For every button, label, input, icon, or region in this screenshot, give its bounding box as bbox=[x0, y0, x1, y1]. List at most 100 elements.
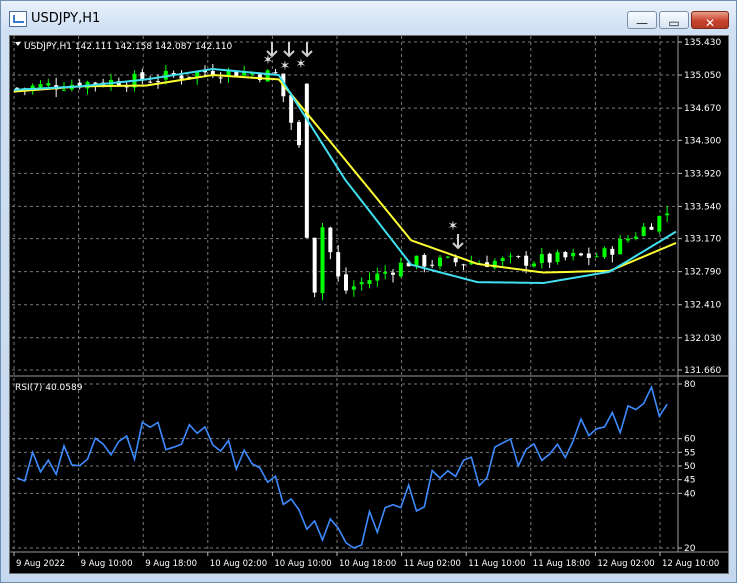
signal-arrow-icon bbox=[283, 42, 295, 58]
candle-body bbox=[38, 84, 43, 88]
price-tick-label: 132.030 bbox=[684, 334, 721, 344]
price-tick-label: 133.170 bbox=[684, 235, 721, 245]
candle-body bbox=[618, 238, 623, 255]
candle-body bbox=[328, 227, 333, 253]
candle-body bbox=[649, 226, 654, 230]
candle-body bbox=[422, 255, 427, 267]
candle-body bbox=[414, 255, 419, 267]
candle-body bbox=[297, 122, 301, 146]
candle-body bbox=[336, 252, 341, 277]
price-tick-label: 133.920 bbox=[684, 169, 721, 179]
price-tick-label: 134.300 bbox=[684, 136, 721, 146]
candle-body bbox=[594, 256, 599, 258]
price-tick-label: 131.660 bbox=[684, 366, 721, 376]
candle-body bbox=[579, 253, 583, 256]
rsi-tick-label: 20 bbox=[684, 544, 696, 554]
price-tick-label: 134.670 bbox=[684, 104, 721, 114]
candle-body bbox=[46, 83, 51, 86]
candle-body bbox=[500, 258, 505, 262]
signal-star-icon: ✶ bbox=[296, 57, 307, 72]
candle-body bbox=[438, 257, 442, 267]
candle-body bbox=[508, 255, 513, 257]
candle-body bbox=[398, 262, 403, 277]
candle-body bbox=[289, 95, 294, 123]
candle-body bbox=[218, 77, 223, 79]
candle-body bbox=[524, 255, 529, 266]
chart-window: USDJPY,H1 — ▭ ✕ 135.430 135.050 134.670 134… bbox=[0, 0, 737, 583]
signal-star-icon: ✶ bbox=[448, 219, 459, 234]
rsi-tick-label: 55 bbox=[684, 448, 695, 458]
rsi-tick-label: 60 bbox=[684, 435, 696, 445]
candle-body bbox=[375, 273, 380, 281]
maximize-button[interactable]: ▭ bbox=[659, 11, 689, 30]
candle-body bbox=[265, 70, 270, 82]
time-tick-label: 11 Aug 02:00 bbox=[404, 559, 461, 569]
price-tick-label: 132.790 bbox=[684, 268, 721, 278]
chart-menu-triangle-icon bbox=[15, 42, 21, 46]
rsi-tick-label: 40 bbox=[684, 489, 696, 499]
candle-body bbox=[344, 274, 348, 291]
time-tick-label: 9 Aug 18:00 bbox=[145, 559, 197, 569]
close-icon: ✕ bbox=[704, 16, 716, 30]
candle-body bbox=[312, 237, 317, 293]
candle-body bbox=[602, 248, 607, 257]
rsi-tick-label: 80 bbox=[684, 380, 696, 390]
title-bar[interactable]: USDJPY,H1 — ▭ ✕ bbox=[1, 1, 736, 35]
candle-body bbox=[532, 263, 536, 267]
candle-body bbox=[359, 282, 364, 285]
time-tick-label: 12 Aug 02:00 bbox=[597, 559, 654, 569]
candle-body bbox=[563, 252, 568, 258]
candle-body bbox=[539, 254, 544, 264]
candle-body bbox=[516, 256, 521, 258]
candle-body bbox=[156, 81, 160, 83]
maximize-icon: ▭ bbox=[668, 16, 680, 30]
candle-body bbox=[62, 89, 66, 91]
candle-body bbox=[148, 81, 153, 83]
signal-star-icon: ✶ bbox=[280, 59, 291, 74]
rsi-tick-label: 50 bbox=[684, 462, 696, 472]
rsi-line bbox=[16, 384, 668, 549]
time-tick-label: 12 Aug 10:00 bbox=[662, 559, 719, 569]
price-tick-label: 132.410 bbox=[684, 301, 721, 311]
candle-body bbox=[391, 272, 395, 275]
price-tick-label: 133.540 bbox=[684, 202, 721, 212]
time-tick-label: 11 Aug 18:00 bbox=[533, 559, 590, 569]
candle-body bbox=[367, 280, 372, 285]
signal-arrow-icon bbox=[452, 234, 464, 250]
time-tick-label: 9 Aug 10:00 bbox=[81, 559, 133, 569]
candle-body bbox=[273, 72, 278, 74]
signal-star-icon: ✶ bbox=[263, 53, 274, 68]
candle-body bbox=[555, 252, 560, 263]
candle-body bbox=[633, 236, 638, 239]
minimize-button[interactable]: — bbox=[627, 11, 657, 30]
candle-body bbox=[665, 213, 670, 216]
candle-body bbox=[304, 83, 309, 238]
chart-area[interactable]: 135.430 135.050 134.670 134.300 133.920 133.5… bbox=[9, 35, 729, 574]
chart-header-label: USDJPY,H1 142.111 142.158 142.087 142.11… bbox=[24, 42, 233, 52]
time-tick-label: 10 Aug 18:00 bbox=[339, 559, 396, 569]
candle-body bbox=[461, 264, 466, 266]
candle-body bbox=[610, 248, 615, 255]
price-tick-label: 135.050 bbox=[684, 71, 721, 81]
candle-body bbox=[383, 272, 388, 274]
time-tick-label: 11 Aug 10:00 bbox=[468, 559, 525, 569]
signal-arrow-icon bbox=[301, 42, 313, 58]
chart-app-icon bbox=[9, 11, 27, 27]
candle-body bbox=[351, 286, 356, 290]
candle-body bbox=[430, 264, 435, 266]
close-button[interactable]: ✕ bbox=[691, 11, 729, 30]
candle-body bbox=[547, 253, 552, 263]
candle-body bbox=[571, 252, 576, 257]
candle-body bbox=[626, 238, 630, 241]
candle-body bbox=[453, 257, 458, 263]
chart-canvas[interactable]: 135.430 135.050 134.670 134.300 133.920 133.5… bbox=[10, 36, 728, 573]
candle-body bbox=[586, 253, 591, 258]
rsi-tick-label: 45 bbox=[684, 476, 695, 486]
time-tick-label: 10 Aug 02:00 bbox=[210, 559, 267, 569]
candle-body bbox=[179, 75, 184, 79]
candle-body bbox=[445, 256, 450, 258]
fast-ma-line bbox=[13, 67, 677, 284]
window-title: USDJPY,H1 bbox=[31, 11, 101, 26]
time-tick-label: 10 Aug 10:00 bbox=[274, 559, 331, 569]
minimize-icon: — bbox=[636, 16, 648, 30]
